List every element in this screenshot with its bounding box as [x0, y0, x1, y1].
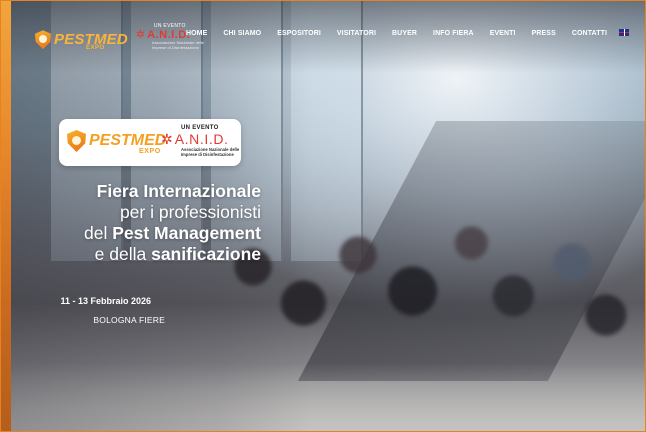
left-edge-strip: [1, 1, 11, 431]
nav-eventi[interactable]: EVENTI: [482, 30, 524, 37]
anid-star-icon: ✲: [135, 28, 146, 41]
nav-contatti[interactable]: CONTATTI: [564, 30, 615, 37]
hero-headline: Fiera Internazionale per i professionist…: [41, 181, 261, 265]
pestmed-shield-icon: [67, 130, 86, 152]
hero-anid-description: Associazione Nazionale delle Imprese di …: [181, 147, 240, 158]
nav-buyer[interactable]: BUYER: [384, 30, 425, 37]
event-dates: 11 - 13 Febbraio 2026: [60, 296, 151, 306]
hero-line-3: del Pest Management: [83, 223, 261, 243]
site-header: PESTMED EXPO UN EVENTO ✲ A.N.I.D. Associ…: [11, 1, 645, 73]
main-nav: HOME CHI SIAMO ESPOSITORI VISITATORI BUY…: [178, 29, 629, 37]
hero-pestmed-wordmark: PESTMED EXPO: [89, 132, 167, 155]
hero-line-4: e della sanificazione: [94, 244, 261, 264]
page-frame: PESTMED EXPO UN EVENTO ✲ A.N.I.D. Associ…: [0, 0, 646, 432]
hero-anid-logo: UN EVENTO ✲ A.N.I.D. Associazione Nazion…: [161, 125, 251, 157]
nav-chi-siamo[interactable]: CHI SIAMO: [215, 30, 269, 37]
nav-espositori[interactable]: ESPOSITORI: [269, 30, 329, 37]
uk-flag-icon[interactable]: [619, 29, 629, 36]
anid-description: Associazione Nazionale delle Imprese di …: [151, 40, 204, 50]
hero-line-2: per i professionisti: [119, 202, 261, 222]
hero-anid-name: A.N.I.D.: [174, 131, 229, 147]
nav-info-fiera[interactable]: INFO FIERA: [425, 30, 482, 37]
hero-logo-card: PESTMED EXPO UN EVENTO ✲ A.N.I.D. Associ…: [59, 119, 241, 166]
nav-press[interactable]: PRESS: [524, 30, 564, 37]
event-venue: BOLOGNA FIERE: [93, 315, 165, 325]
nav-home[interactable]: HOME: [178, 30, 215, 37]
anid-star-icon: ✲: [161, 131, 173, 147]
nav-visitatori[interactable]: VISITATORI: [329, 30, 384, 37]
hero-line-1: Fiera Internazionale: [96, 181, 261, 201]
pestmed-shield-icon: [35, 30, 51, 50]
pestmed-wordmark: PESTMED EXPO: [54, 30, 128, 51]
